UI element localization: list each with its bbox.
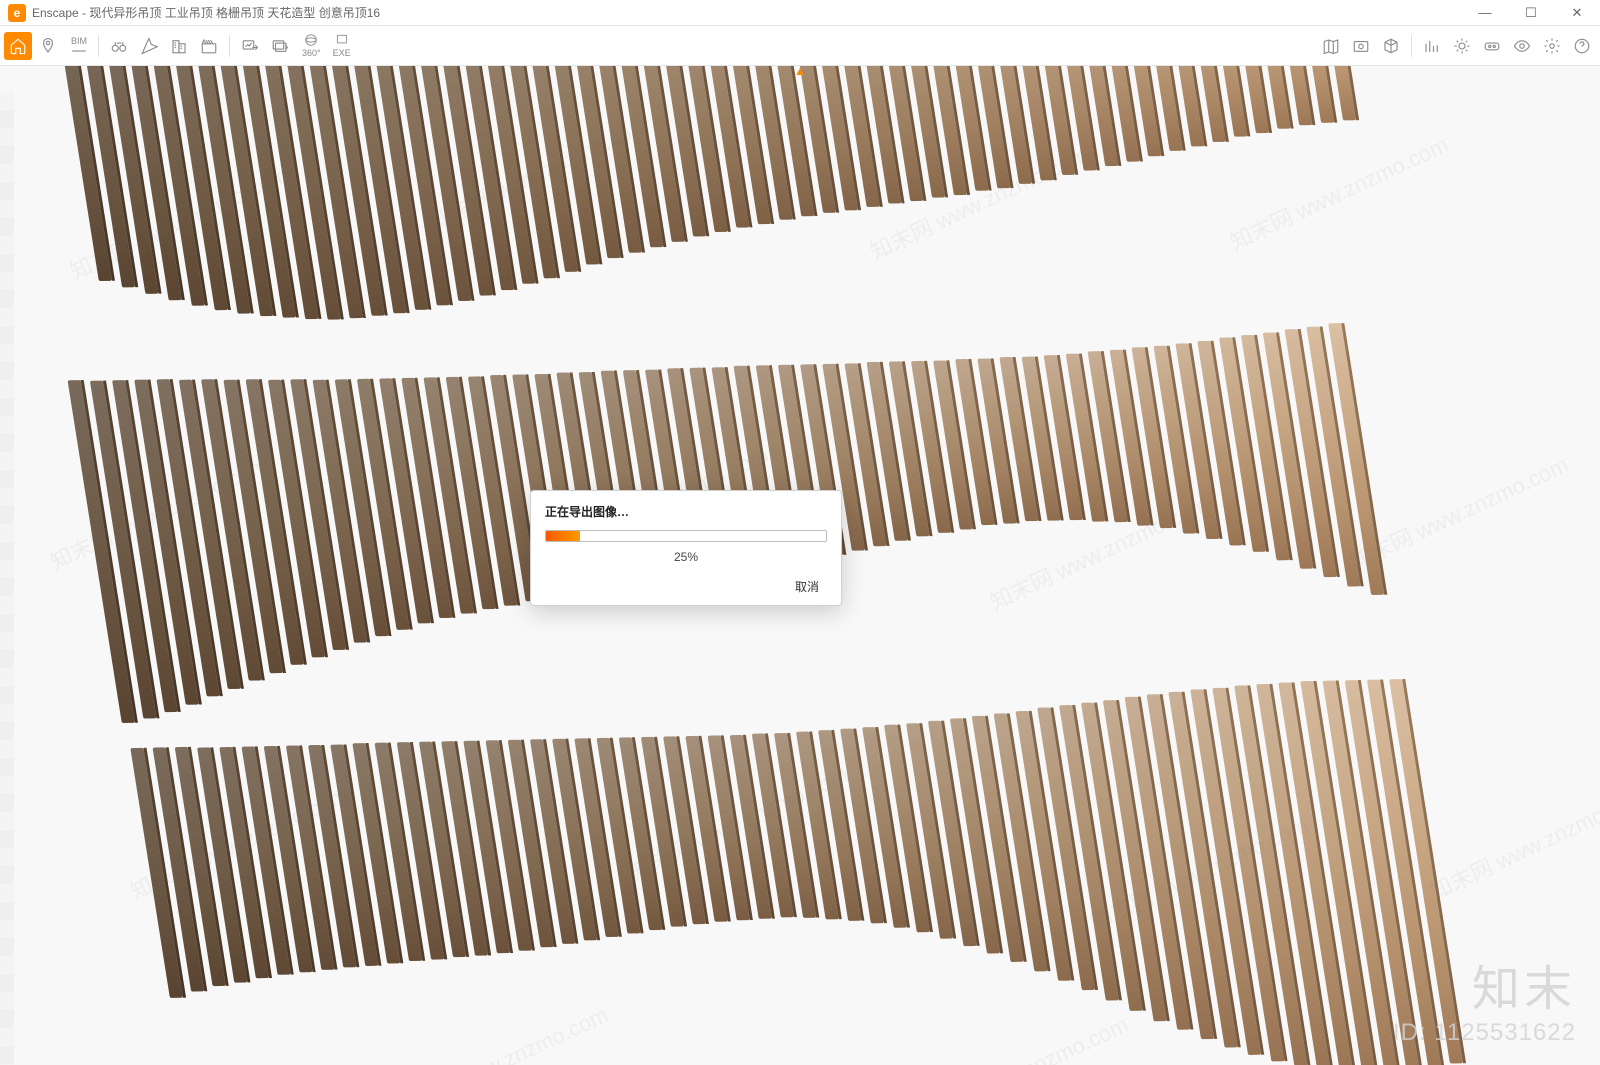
pin-icon[interactable]: [34, 32, 62, 60]
progress-fill: [546, 531, 580, 541]
app-name: Enscape: [32, 6, 79, 20]
separator: [229, 35, 230, 57]
help-icon[interactable]: [1568, 32, 1596, 60]
clapper-icon[interactable]: [195, 32, 223, 60]
gear-icon[interactable]: [1538, 32, 1566, 60]
window-title: Enscape - 现代异形吊顶 工业吊顶 格栅吊顶 天花造型 创意吊顶16: [32, 4, 380, 21]
screenshot-icon[interactable]: [1347, 32, 1375, 60]
toolbar: BIM 360° EXE: [0, 26, 1600, 66]
progress-bar: [545, 530, 827, 542]
compass-icon[interactable]: [135, 32, 163, 60]
exe-export-icon[interactable]: EXE: [327, 32, 355, 60]
dialog-title: 正在导出图像…: [545, 503, 827, 520]
export-dialog: 正在导出图像… 25% 取消: [530, 490, 842, 606]
export-image-icon[interactable]: [236, 32, 264, 60]
panorama-label: 360°: [302, 48, 321, 58]
binoculars-icon[interactable]: [105, 32, 133, 60]
render-viewport[interactable]: 知末网 www.znzmo.com知末网 www.znzmo.com知末网 ww…: [0, 66, 1600, 1065]
cancel-button[interactable]: 取消: [787, 576, 827, 598]
document-title: 现代异形吊顶 工业吊顶 格栅吊顶 天花造型 创意吊顶16: [89, 6, 380, 20]
graph-icon[interactable]: [1418, 32, 1446, 60]
title-sep: -: [79, 6, 90, 20]
progress-text: 25%: [545, 550, 827, 564]
bim-label: BIM: [71, 36, 87, 46]
close-button[interactable]: ✕: [1554, 0, 1600, 25]
bim-icon[interactable]: BIM: [64, 32, 92, 60]
export-batch-icon[interactable]: [266, 32, 294, 60]
cube-icon[interactable]: [1377, 32, 1405, 60]
home-icon[interactable]: [4, 32, 32, 60]
panorama-icon[interactable]: 360°: [296, 32, 325, 60]
app-logo: e: [8, 4, 26, 22]
separator: [1411, 35, 1412, 57]
expand-panel-icon[interactable]: ▲: [794, 64, 806, 78]
separator: [98, 35, 99, 57]
eye-icon[interactable]: [1508, 32, 1536, 60]
exe-label: EXE: [333, 48, 351, 58]
maximize-button[interactable]: ☐: [1508, 0, 1554, 25]
sun-icon[interactable]: [1448, 32, 1476, 60]
minimize-button[interactable]: —: [1462, 0, 1508, 25]
map-icon[interactable]: [1317, 32, 1345, 60]
host-app-strip: [0, 92, 14, 1065]
title-bar: e Enscape - 现代异形吊顶 工业吊顶 格栅吊顶 天花造型 创意吊顶16…: [0, 0, 1600, 26]
building-icon[interactable]: [165, 32, 193, 60]
vr-icon[interactable]: [1478, 32, 1506, 60]
